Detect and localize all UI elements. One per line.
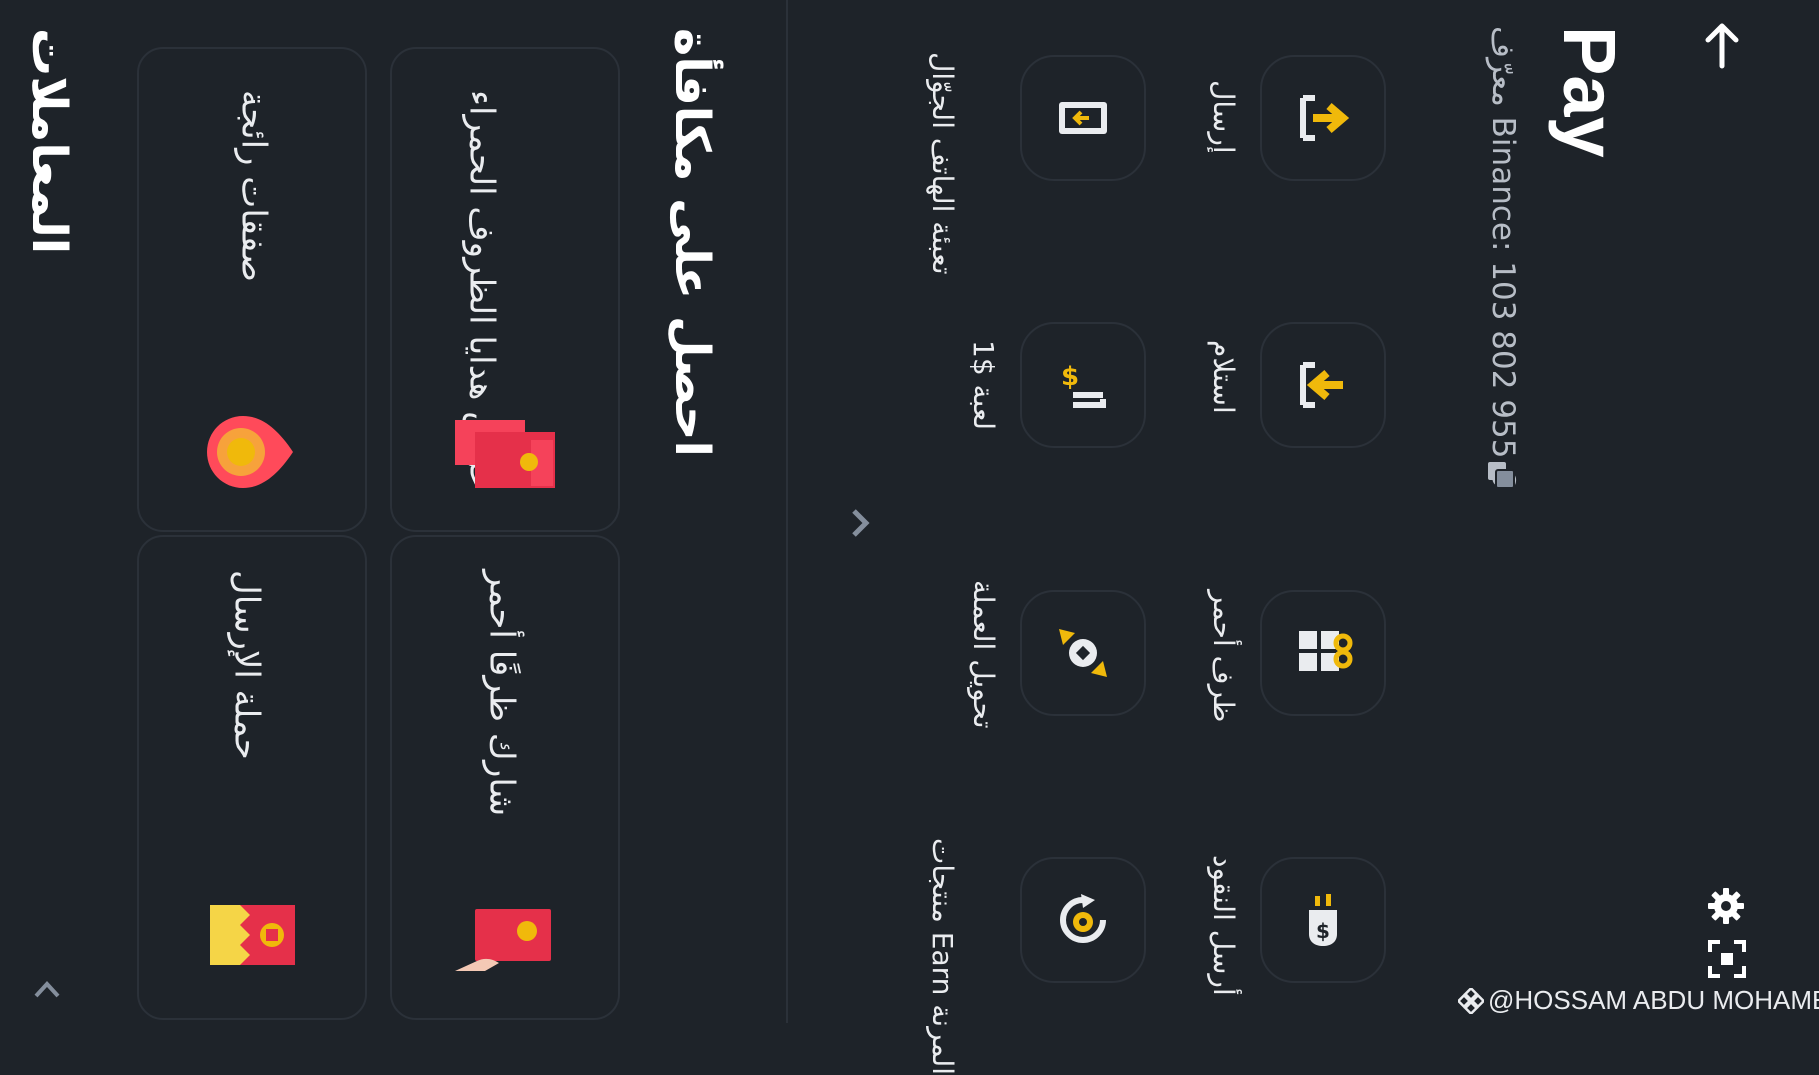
scan-icon <box>1708 940 1746 978</box>
pay-id-text: معرّف Binance: 103 802 955 6 <box>1485 26 1521 489</box>
action-mobile-topup-label: تعبئة الهاتف الجوّال <box>926 52 959 275</box>
expand-actions-button[interactable] <box>848 505 874 541</box>
action-red-packet-label: ظرف أحمر <box>1207 590 1240 723</box>
red-packet-icon <box>1299 631 1353 671</box>
reward-card-share-red-envelope-image <box>455 905 555 979</box>
binance-logo-icon <box>1458 987 1484 1014</box>
send-cash-icon: $ <box>1309 894 1337 946</box>
convert-tile[interactable] <box>1020 590 1146 716</box>
red-packet-tile[interactable] <box>1260 590 1386 716</box>
reward-card-send-campaign-label: حملة الإرسال <box>226 570 267 760</box>
one-dollar-tile[interactable]: $ <box>1020 322 1146 448</box>
reward-card-share-red-envelope-label: شارك ظرفًا أحمر <box>481 570 522 817</box>
send-campaign-icon <box>210 905 295 965</box>
action-receive[interactable] <box>1260 322 1386 448</box>
chevron-right-icon <box>852 509 870 537</box>
section-divider <box>786 0 788 1023</box>
action-convert[interactable] <box>1020 590 1146 716</box>
watermark: @HOSSAM ABDU MOHAMED <box>1458 985 1819 1016</box>
action-send-cash[interactable]: $ <box>1260 857 1386 983</box>
send-tile[interactable] <box>1260 55 1386 181</box>
action-earn[interactable] <box>1020 857 1146 983</box>
one-dollar-icon: $ <box>1061 362 1106 408</box>
action-send[interactable] <box>1260 55 1386 181</box>
copy-icon <box>1488 462 1515 489</box>
reward-card-send-campaign-image <box>210 905 295 969</box>
action-convert-label: تحويل العملة <box>967 580 1000 729</box>
receive-tile[interactable] <box>1260 322 1386 448</box>
action-one-dollar[interactable]: $ <box>1020 322 1146 448</box>
back-arrow-icon <box>1705 23 1739 69</box>
hot-deals-icon <box>207 416 293 488</box>
page-title: Pay <box>1548 26 1631 158</box>
action-send-cash-label: أرسل النقود <box>1207 855 1240 996</box>
scan-button[interactable] <box>1708 940 1746 978</box>
mobile-topup-icon <box>1059 102 1107 134</box>
action-send-label: إرسال <box>1207 80 1240 154</box>
send-icon <box>1300 95 1350 141</box>
reward-card-hot-deals-image <box>205 412 295 496</box>
action-receive-label: استلام <box>1207 340 1240 414</box>
collapse-button[interactable] <box>32 978 62 1000</box>
action-earn-label: منتجات Earn المرنة <box>926 838 959 1075</box>
chevron-up-icon <box>34 981 60 998</box>
red-envelopes-icon <box>455 420 555 488</box>
watermark-text: @HOSSAM ABDU MOHAMED <box>1488 985 1819 1015</box>
send-cash-tile[interactable]: $ <box>1260 857 1386 983</box>
share-red-envelope-icon <box>455 909 551 971</box>
back-button[interactable] <box>1702 20 1742 70</box>
settings-button[interactable] <box>1706 886 1746 926</box>
copy-id-button[interactable] <box>1486 460 1516 494</box>
action-one-dollar-label: 1$ لعبة <box>967 340 1000 431</box>
svg-text:$: $ <box>1316 919 1330 943</box>
reward-card-hot-deals-label: صفقات رائجة <box>233 90 274 282</box>
gear-icon <box>1708 888 1744 924</box>
earn-tile[interactable] <box>1020 857 1146 983</box>
rewards-title: احصل على مكافأة <box>664 28 720 457</box>
reward-card-red-envelopes-image <box>455 420 555 494</box>
transactions-title: المعاملات <box>21 28 77 255</box>
earn-icon <box>1060 894 1106 943</box>
svg-text:$: $ <box>1061 362 1079 392</box>
receive-icon <box>1300 362 1343 408</box>
action-mobile-topup[interactable] <box>1020 55 1146 181</box>
action-red-packet[interactable] <box>1260 590 1386 716</box>
mobile-topup-tile[interactable] <box>1020 55 1146 181</box>
convert-icon <box>1059 629 1107 677</box>
